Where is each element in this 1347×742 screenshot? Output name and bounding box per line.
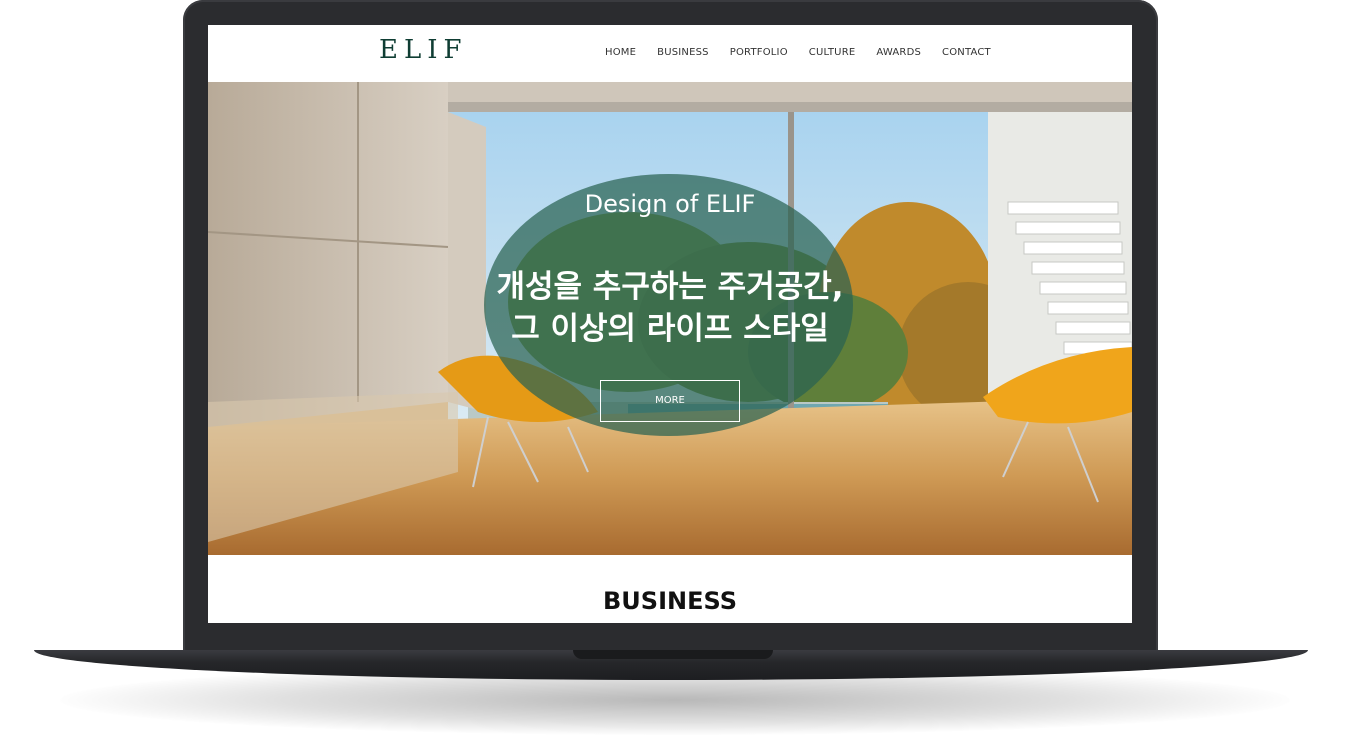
nav-culture[interactable]: CULTURE: [809, 47, 856, 58]
nav-awards[interactable]: AWARDS: [876, 47, 921, 58]
nav-business[interactable]: BUSINESS: [657, 47, 709, 58]
site-header: ELIF HOME BUSINESS PORTFOLIO CULTURE AWA…: [208, 25, 1132, 82]
nav-contact[interactable]: CONTACT: [942, 47, 991, 58]
hero-banner: Design of ELIF 개성을 추구하는 주거공간, 그 이상의 라이프 …: [208, 82, 1132, 555]
laptop-notch: [573, 650, 773, 659]
section-title-business: BUSINESS: [603, 587, 737, 615]
more-button[interactable]: MORE: [600, 380, 740, 422]
hero-subtitle: Design of ELIF: [584, 190, 756, 218]
hero-title-line1: 개성을 추구하는 주거공간,: [496, 269, 844, 305]
nav-home[interactable]: HOME: [605, 47, 636, 58]
nav-portfolio[interactable]: PORTFOLIO: [730, 47, 788, 58]
site-logo[interactable]: ELIF: [379, 35, 468, 65]
hero-title: 개성을 추구하는 주거공간, 그 이상의 라이프 스타일: [208, 266, 1132, 350]
main-nav: HOME BUSINESS PORTFOLIO CULTURE AWARDS C…: [605, 47, 991, 58]
laptop-screen: ELIF HOME BUSINESS PORTFOLIO CULTURE AWA…: [208, 25, 1132, 623]
hero-title-line2: 그 이상의 라이프 스타일: [511, 311, 829, 347]
